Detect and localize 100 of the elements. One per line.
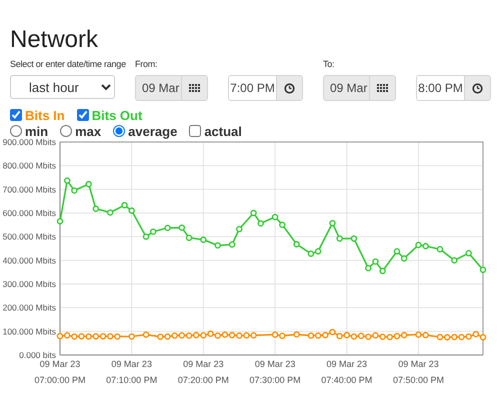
point xyxy=(322,332,328,338)
axis-label: 07:20:00 PM xyxy=(178,375,229,385)
time-field[interactable]: 7:00 PM xyxy=(228,75,303,101)
point xyxy=(236,226,242,232)
radio-button[interactable] xyxy=(10,125,22,137)
point xyxy=(100,333,106,340)
point xyxy=(400,255,408,262)
axis-label: 07:40:00 PM xyxy=(321,375,372,385)
point xyxy=(207,330,214,337)
calendar-icon xyxy=(189,84,200,92)
point xyxy=(128,207,135,214)
point xyxy=(314,248,322,255)
point xyxy=(56,332,64,340)
point xyxy=(465,333,472,340)
point xyxy=(71,333,78,340)
option-label: average xyxy=(128,124,178,138)
point xyxy=(200,332,207,339)
point xyxy=(150,228,156,235)
date-button[interactable] xyxy=(181,76,207,100)
axis-label: 400.000 Mbits xyxy=(2,255,56,266)
point xyxy=(314,332,322,339)
radio-button[interactable] xyxy=(113,125,126,137)
point xyxy=(344,332,350,338)
point xyxy=(358,332,364,340)
point xyxy=(350,333,358,340)
point xyxy=(193,332,200,338)
axis-label: 07:50:00 PM xyxy=(392,375,444,385)
point xyxy=(365,264,372,272)
point xyxy=(365,334,372,340)
option-label: min xyxy=(25,124,48,138)
date-button[interactable] xyxy=(369,76,395,100)
time-field[interactable]: 8:00 PM xyxy=(416,75,491,101)
point xyxy=(400,332,408,338)
point xyxy=(236,332,242,339)
axis-label: 09 Mar 23 xyxy=(254,359,296,369)
point xyxy=(272,214,278,220)
point xyxy=(85,180,92,188)
point xyxy=(243,332,250,339)
point xyxy=(71,187,78,194)
checkbox[interactable] xyxy=(189,125,202,137)
axis-label: 09 Mar 23 xyxy=(40,359,80,369)
point xyxy=(415,242,422,248)
point xyxy=(164,333,171,340)
time-button[interactable] xyxy=(276,76,302,100)
to-label: To: xyxy=(323,58,334,71)
point xyxy=(308,250,314,257)
option-label: max xyxy=(75,124,102,138)
axis-label: 07:00:00 PM xyxy=(34,375,86,385)
point xyxy=(178,224,186,231)
point xyxy=(480,334,486,340)
point xyxy=(186,234,192,242)
range-dropdown[interactable]: last hour xyxy=(10,75,115,99)
point xyxy=(250,210,257,216)
point xyxy=(372,332,379,339)
point xyxy=(336,235,343,242)
point xyxy=(228,332,236,338)
axis-label: 500.000 Mbits xyxy=(2,232,56,242)
point xyxy=(85,333,92,340)
point xyxy=(279,332,286,340)
point xyxy=(142,331,150,338)
point xyxy=(415,331,422,338)
point xyxy=(444,334,450,340)
date-field[interactable]: 09 Mar xyxy=(323,75,396,101)
point xyxy=(228,241,236,248)
axis-label: 100.000 Mbits xyxy=(2,326,56,336)
point xyxy=(379,334,386,340)
time-button[interactable] xyxy=(464,76,490,100)
date-field[interactable]: 09 Mar xyxy=(135,75,208,101)
point xyxy=(372,258,379,265)
point xyxy=(222,331,228,338)
from-label: From: xyxy=(135,58,158,71)
point xyxy=(480,266,486,273)
series-checkbox[interactable] xyxy=(10,109,22,121)
axis-label: 200.000 Mbits xyxy=(2,302,56,313)
point xyxy=(472,330,480,338)
axis-label: 800.000 Mbits xyxy=(2,160,56,171)
point xyxy=(106,209,114,216)
option-label: actual xyxy=(204,124,242,138)
point xyxy=(272,331,278,338)
point xyxy=(172,332,178,339)
point xyxy=(329,328,336,336)
point xyxy=(214,332,221,339)
point xyxy=(293,331,300,338)
axis-label: 07:10:00 PM xyxy=(106,375,158,385)
point xyxy=(178,332,186,339)
point xyxy=(308,332,314,339)
point xyxy=(106,333,114,340)
point xyxy=(64,332,70,339)
point xyxy=(142,233,150,240)
point xyxy=(92,206,100,212)
point xyxy=(451,334,458,340)
point xyxy=(121,202,128,208)
series-checkbox[interactable] xyxy=(76,109,89,121)
point xyxy=(258,220,264,227)
point xyxy=(200,236,207,243)
axis-label: 07:30:00 PM xyxy=(250,375,301,385)
axis-label: 09 Mar 23 xyxy=(398,359,439,369)
radio-button[interactable] xyxy=(60,125,72,137)
point xyxy=(293,241,300,248)
axis-label: 900.000 Mbits xyxy=(2,137,56,147)
